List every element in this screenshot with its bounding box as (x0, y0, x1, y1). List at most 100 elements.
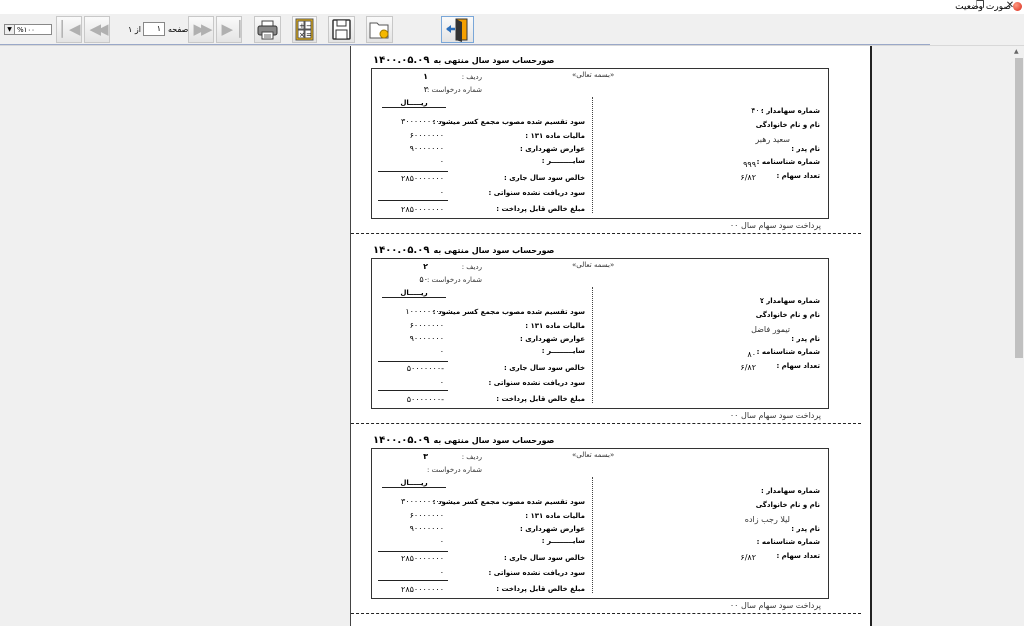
print-button[interactable] (254, 16, 281, 43)
other-label: سایـــــــــر : (541, 537, 585, 545)
father-label: نام پدر : (791, 145, 820, 153)
folder-icon (369, 22, 389, 39)
cut-line (351, 233, 861, 234)
tax-label: مالیات ماده ۱۳۱ : (525, 512, 585, 520)
next-page-button[interactable]: ▶▶ (188, 16, 214, 43)
row-value: ۳ (423, 452, 428, 461)
column-divider (592, 287, 593, 403)
page-label: صفحه (168, 25, 189, 34)
holder-no-label: شماره سهامدار : (761, 297, 820, 305)
net-value: ۲۸۵۰۰۰۰۰۰۰ (401, 174, 444, 183)
title-bar: صورت وضعیت ❐ ✕ (0, 0, 1024, 14)
row-label: ردیف : (461, 453, 482, 461)
statement-heading: صورحساب سود سال منتهی به۱۴۰۰.۰۵.۰۹ (373, 245, 555, 256)
chevron-down-icon[interactable]: ▼ (5, 25, 15, 34)
shares-label: تعداد سهام : (776, 362, 820, 370)
shares-value: ۶/۸۲ (740, 363, 756, 372)
vertical-scrollbar[interactable]: ▲ (1013, 46, 1024, 626)
municipal-value: ۹۰۰۰۰۰۰۰ (409, 334, 444, 343)
statement-heading: صورحساب سود سال منتهی به۱۴۰۰.۰۵.۰۹ (373, 55, 555, 66)
exit-door-icon (446, 18, 468, 42)
payable-value: -۵۰۰۰۰۰۰۰ (406, 395, 444, 404)
tax-label: مالیات ماده ۱۳۱ : (525, 132, 585, 140)
name-label: نام و نام خانوادگی (755, 311, 820, 319)
currency-label: ریـــــال (382, 289, 446, 298)
statement-box: «بسمه تعالی» ردیف : ۱ شماره درخواست : ۳ … (371, 68, 829, 219)
name-label: نام و نام خانوادگی (755, 501, 820, 509)
restore-button[interactable]: ❐ (966, 0, 994, 14)
dividend-value: ۳۰۰۰۰۰۰۰۰۰ (401, 497, 444, 506)
sum-line (378, 361, 448, 362)
basmala-text: «بسمه تعالی» (572, 261, 615, 269)
last-page-button[interactable]: ▶▕ (216, 16, 242, 43)
other-label: سایـــــــــر : (541, 347, 585, 355)
column-divider (592, 477, 593, 593)
shares-label: تعداد سهام : (776, 172, 820, 180)
open-button[interactable] (366, 16, 393, 43)
payable-label: مبلغ خالص قابل پرداخت : (496, 205, 585, 213)
currency-label: ریـــــال (382, 99, 446, 108)
next-page-icon: ▶▶ (193, 20, 212, 38)
name-value: تیمور فاضل (751, 325, 790, 334)
svg-text:=: = (306, 31, 312, 39)
row-value: ۱ (423, 72, 428, 81)
cut-line (351, 423, 861, 424)
prev-page-icon: ◀◀ (89, 20, 108, 38)
calculator-icon: + −× = (295, 18, 314, 41)
basmala-text: «بسمه تعالی» (572, 71, 615, 79)
received-label: سود دریافت نشده سنواتی : (488, 189, 585, 197)
dividend-value: ۱۰۰۰۰۰۰۰۰ (405, 307, 444, 316)
last-page-icon: ▶▕ (221, 20, 240, 38)
payable-label: مبلغ خالص قابل پرداخت : (496, 395, 585, 403)
other-value: ۰ (439, 537, 444, 546)
scroll-up-icon[interactable]: ▲ (1014, 48, 1019, 55)
report-page: صورحساب سود سال منتهی به۱۴۰۰.۰۵.۰۹ «بسمه… (350, 46, 872, 626)
net-value: ۲۸۵۰۰۰۰۰۰۰ (401, 554, 444, 563)
calculator-button[interactable]: + − × = (292, 16, 317, 43)
cut-line (351, 613, 861, 614)
total-line (378, 580, 448, 581)
column-divider (592, 97, 593, 213)
request-label: شماره درخواست : (426, 86, 482, 94)
row-label: ردیف : (461, 263, 482, 271)
statement-section-1: صورحساب سود سال منتهی به۱۴۰۰.۰۵.۰۹ «بسمه… (351, 46, 871, 236)
save-button[interactable] (328, 16, 355, 43)
tax-label: مالیات ماده ۱۳۱ : (525, 322, 585, 330)
net-label: خالص سود سال جاری : (504, 364, 585, 372)
svg-text:−: − (306, 22, 312, 30)
shares-value: ۶/۸۲ (740, 173, 756, 182)
holder-no-label: شماره سهامدار : (761, 107, 820, 115)
zoom-select[interactable]: ▼ %۱۰۰ (4, 24, 52, 35)
exit-button[interactable] (441, 16, 474, 43)
father-label: نام پدر : (791, 335, 820, 343)
close-button[interactable]: ✕ (996, 0, 1024, 14)
prev-page-button[interactable]: ◀◀ (84, 16, 110, 43)
sum-line (378, 171, 448, 172)
zoom-value: %۱۰۰ (17, 26, 35, 34)
statement-heading: صورحساب سود سال منتهی به۱۴۰۰.۰۵.۰۹ (373, 435, 555, 446)
report-toolbar: ▼ %۱۰۰ ▏◀ ◀◀ ۱ از ۱ صفحه ▶▶ ▶▕ + − × = (0, 14, 1024, 46)
page-number-input[interactable]: ۱ (143, 22, 165, 36)
holder-no-label: شماره سهامدار : (761, 487, 820, 495)
holder-no-value: ۴۰۰ (751, 106, 764, 115)
scroll-thumb[interactable] (1015, 58, 1023, 358)
report-viewer[interactable]: صورحساب سود سال منتهی به۱۴۰۰.۰۵.۰۹ «بسمه… (0, 46, 1024, 626)
dividend-value: ۳۰۰۰۰۰۰۰۰۰ (401, 117, 444, 126)
received-value: ۰ (439, 378, 444, 387)
net-value: -۵۰۰۰۰۰۰۰ (406, 364, 444, 373)
svg-text:+: + (299, 22, 305, 30)
id-no-label: شماره شناسنامه : (756, 158, 820, 166)
first-page-button[interactable]: ▏◀ (56, 16, 82, 43)
municipal-value: ۹۰۰۰۰۰۰۰ (409, 144, 444, 153)
payable-value: ۲۸۵۰۰۰۰۰۰۰ (401, 205, 444, 214)
row-value: ۲ (423, 262, 428, 271)
id-no-value: ۹۹۹ (743, 160, 756, 169)
request-label: شماره درخواست : (426, 466, 482, 474)
municipal-label: عوارض شهرداری : (520, 525, 585, 533)
request-label: شماره درخواست : (426, 276, 482, 284)
net-label: خالص سود سال جاری : (504, 174, 585, 182)
tax-value: ۶۰۰۰۰۰۰۰ (409, 511, 444, 520)
statement-box: «بسمه تعالی» ردیف : ۲ شماره درخواست : ۵۰… (371, 258, 829, 409)
name-value: سعید رهبر (755, 135, 790, 144)
svg-text:×: × (299, 31, 305, 39)
